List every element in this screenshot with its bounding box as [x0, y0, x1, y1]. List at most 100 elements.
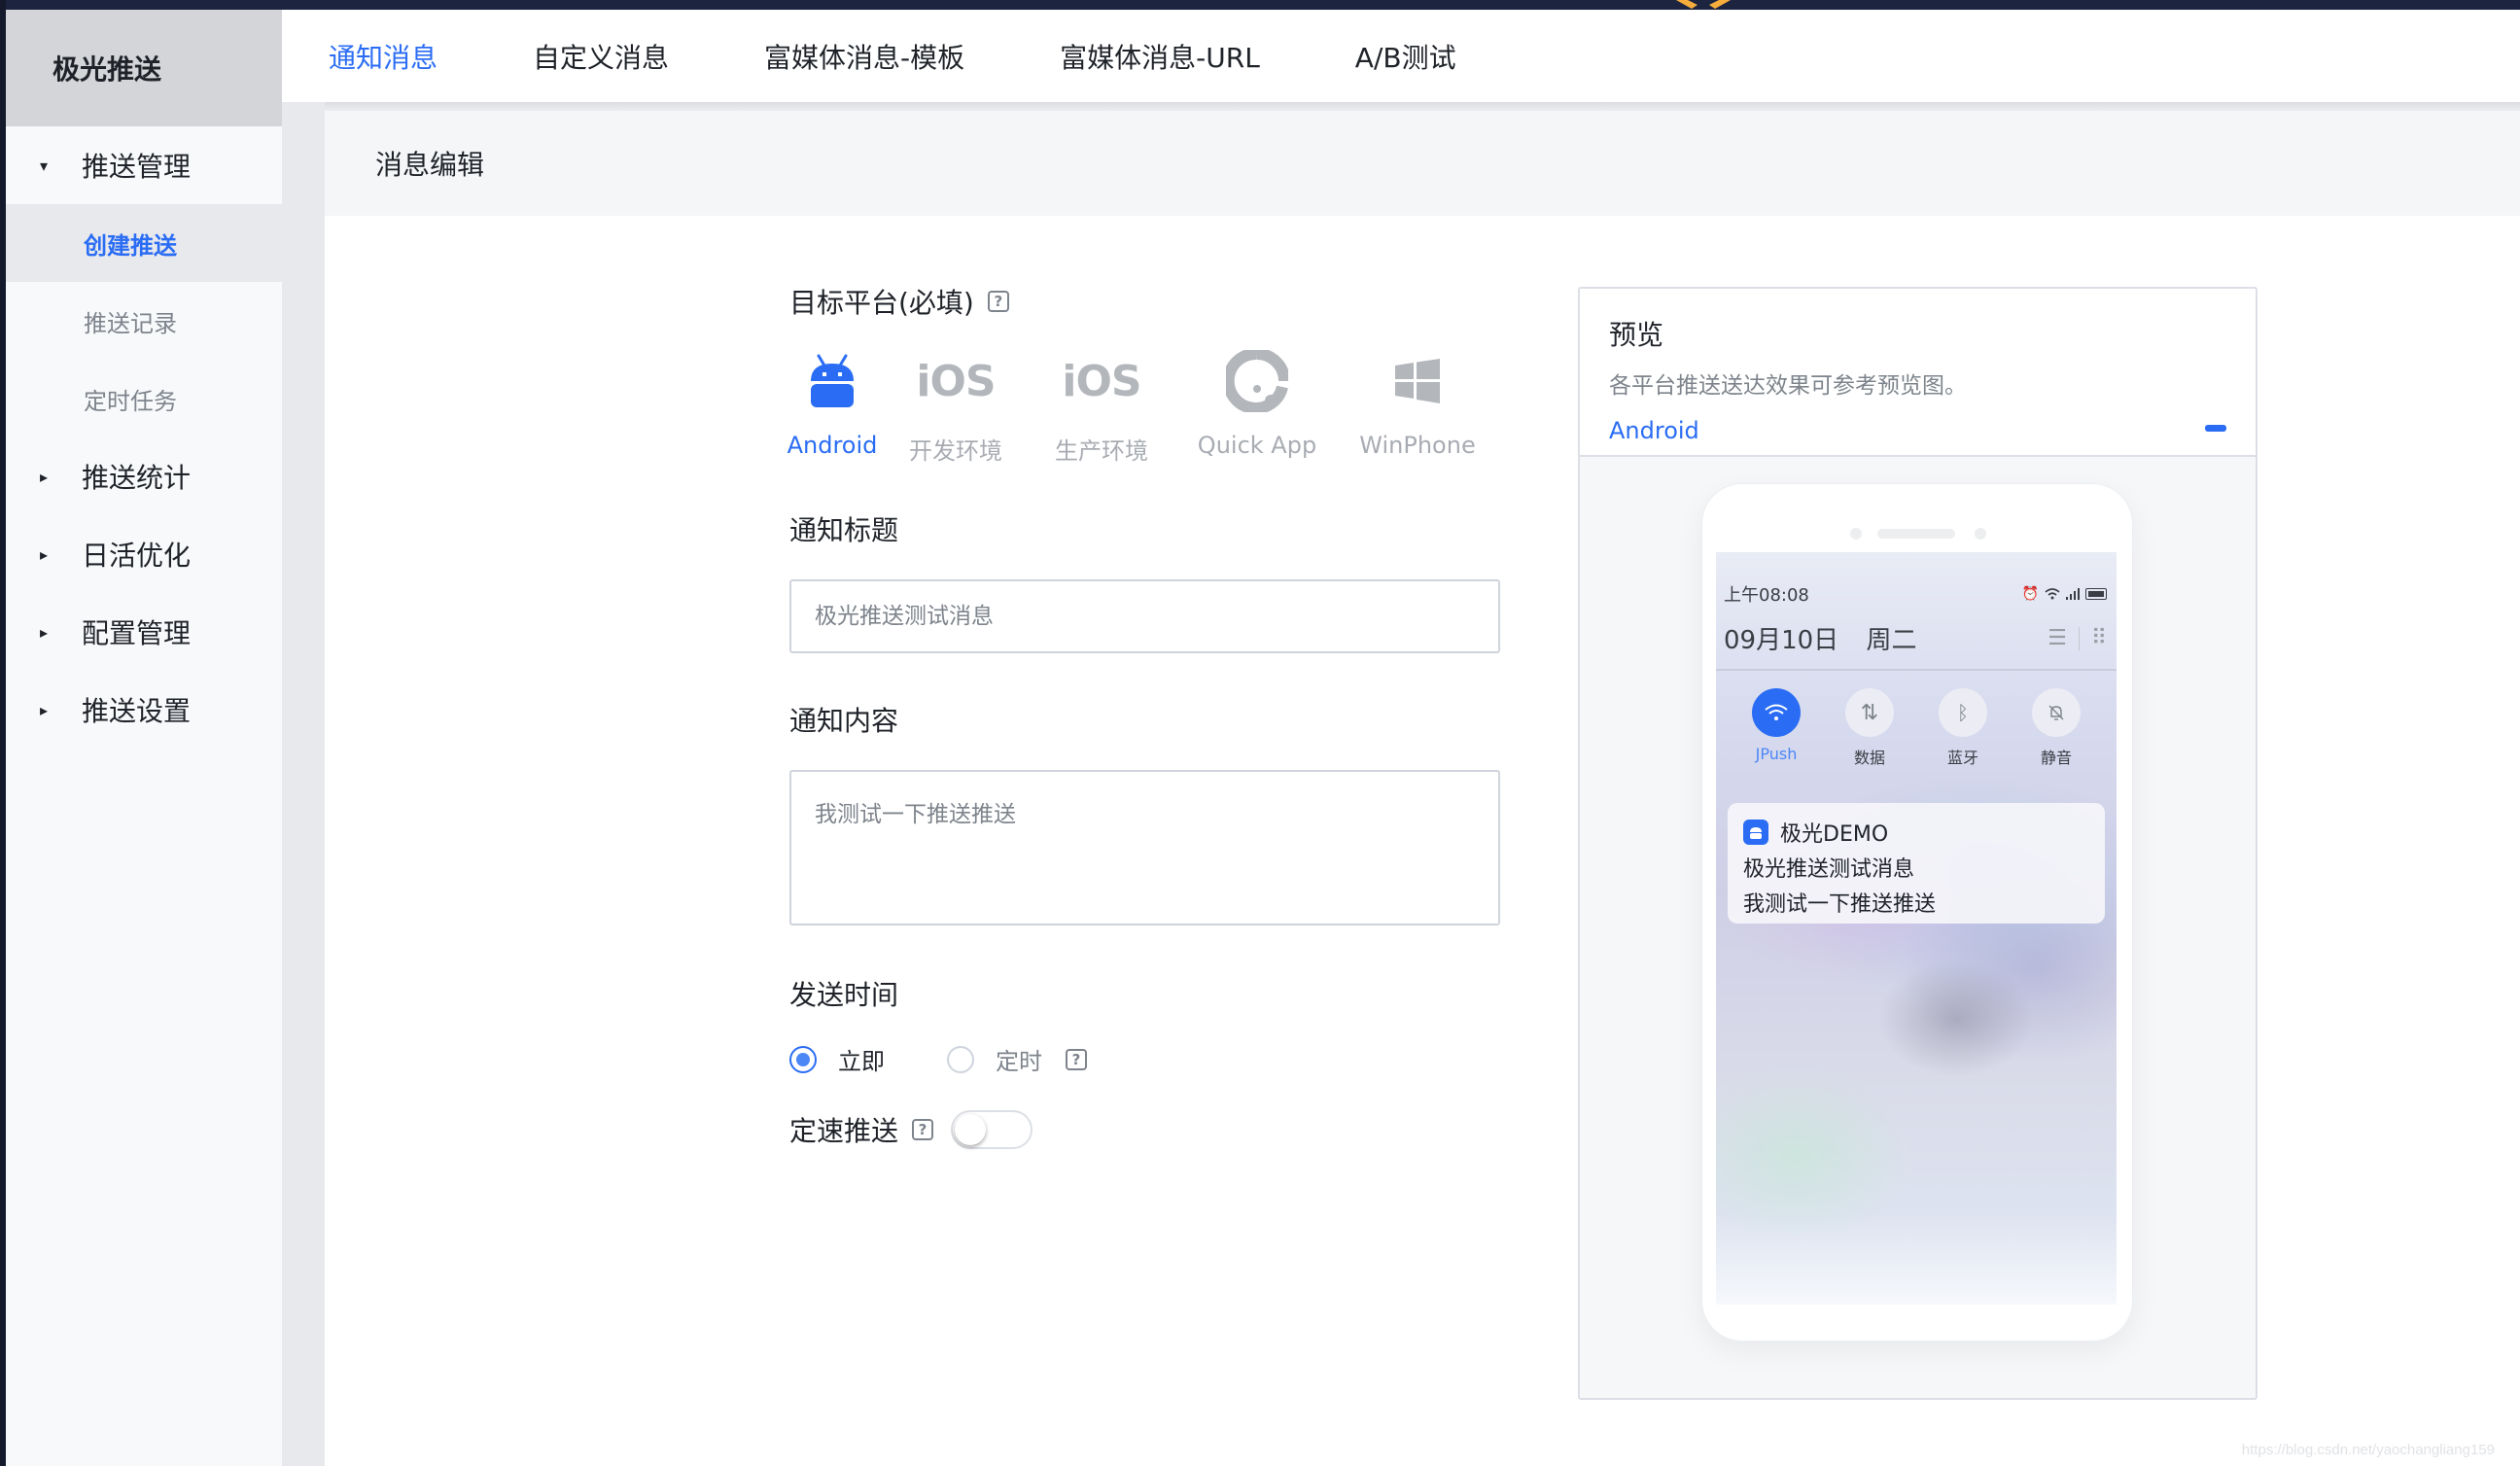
sidebar-item-push-records[interactable]: 推送记录	[6, 282, 282, 360]
chevron-right-icon: ▸	[39, 467, 49, 486]
notification-title-input[interactable]	[789, 579, 1500, 653]
section-title: 消息编辑	[325, 111, 2520, 216]
phone-weekday: 周二	[1866, 626, 1917, 655]
quick-toggle-bluetooth[interactable]: ᛒ 蓝牙	[1924, 688, 2002, 768]
chevron-down-icon: ▾	[39, 156, 49, 175]
app-icon	[1743, 820, 1768, 845]
grid-dots-icon: ⠿	[2090, 626, 2107, 650]
quick-app-icon	[1226, 350, 1288, 412]
sidebar-group-label: 推送设置	[82, 695, 192, 727]
quick-toggle-label: 蓝牙	[1946, 749, 1978, 767]
preview-platform-selector[interactable]: Android	[1609, 417, 2256, 444]
preview-title: 预览	[1609, 319, 1664, 351]
rate-limit-row: 定速推送 ?	[789, 1110, 1033, 1149]
platform-ios-prod[interactable]: iOS 生产环境	[1029, 342, 1174, 466]
help-icon[interactable]: ?	[987, 291, 1009, 312]
send-time-label: 发送时间	[789, 979, 899, 1011]
android-icon	[1750, 827, 1762, 839]
windows-icon	[1395, 359, 1440, 403]
quick-toggle-mute[interactable]: 静音	[2017, 688, 2095, 768]
ios-icon: iOS	[916, 356, 996, 406]
help-icon[interactable]: ?	[912, 1119, 934, 1140]
notification-title: 极光推送测试消息	[1743, 857, 1915, 882]
menu-lines-icon: ☰	[2048, 626, 2067, 650]
sidebar-group-label: 日活优化	[82, 540, 192, 572]
notification-app-name: 极光DEMO	[1780, 822, 1889, 847]
app-title: 极光推送	[6, 10, 282, 126]
date-row: 09月10日 周二 ☰ ⠿	[1724, 620, 2107, 656]
sidebar-item-create-push[interactable]: 创建推送	[6, 204, 282, 282]
sidebar-group-label: 配置管理	[82, 617, 192, 649]
sidebar-group-config-management[interactable]: ▸ 配置管理	[6, 593, 282, 671]
platform-label: 目标平台(必填)	[789, 287, 974, 319]
collapse-icon[interactable]	[2205, 425, 2226, 432]
app-logo-icon	[1676, 0, 1731, 9]
bluetooth-icon: ᛒ	[1957, 701, 1969, 724]
platform-label: 生产环境	[1055, 437, 1148, 465]
sidebar-item-scheduled-tasks[interactable]: 定时任务	[6, 360, 282, 437]
notification-card[interactable]: 极光DEMO 极光推送测试消息 我测试一下推送推送	[1728, 803, 2105, 924]
sidebar-group-label: 推送管理	[82, 151, 192, 183]
rate-limit-toggle[interactable]	[951, 1110, 1033, 1149]
top-bar	[0, 0, 2520, 10]
tab-custom-message[interactable]: 自定义消息	[533, 10, 669, 102]
platform-ios-dev[interactable]: iOS 开发环境	[883, 342, 1029, 466]
quick-toggle-jpush[interactable]: JPush	[1737, 688, 1815, 768]
divider	[1716, 669, 2117, 671]
quick-toggles: JPush ⇅ 数据 ᛒ 蓝牙 静音	[1716, 688, 2117, 768]
help-icon[interactable]: ?	[1066, 1048, 1087, 1070]
rate-limit-label: 定速推送	[789, 1115, 899, 1147]
sensor-dot	[1975, 528, 1986, 540]
tab-rich-media-template[interactable]: 富媒体消息-模板	[764, 10, 964, 102]
notification-content-input[interactable]	[789, 770, 1500, 925]
quick-toggle-data[interactable]: ⇅ 数据	[1831, 688, 1908, 768]
signal-icon	[2066, 588, 2080, 600]
sidebar-group-push-stats[interactable]: ▸ 推送统计	[6, 437, 282, 515]
platform-winphone[interactable]: WinPhone	[1340, 342, 1495, 466]
title-label: 通知标题	[789, 514, 899, 546]
phone-mockup: 上午08:08 ⏰ 09月10日 周二 ☰ ⠿ JPush ⇅ 数据 ᛒ 蓝牙 …	[1701, 483, 2133, 1342]
radio-send-scheduled[interactable]	[947, 1045, 974, 1073]
sidebar-group-push-settings[interactable]: ▸ 推送设置	[6, 671, 282, 749]
preview-subtitle: 各平台推送送达效果可参考预览图。	[1609, 373, 1967, 399]
watermark: https://blog.csdn.net/yaochangliang159	[2241, 1442, 2495, 1458]
platform-label: WinPhone	[1359, 432, 1476, 459]
tab-rich-media-url[interactable]: 富媒体消息-URL	[1060, 10, 1260, 102]
phone-date: 09月10日	[1724, 626, 1839, 655]
ios-icon: iOS	[1062, 356, 1141, 406]
tab-notification[interactable]: 通知消息	[329, 10, 438, 108]
tab-ab-test[interactable]: A/B测试	[1355, 10, 1456, 102]
alarm-icon: ⏰	[2021, 586, 2039, 602]
android-icon	[811, 354, 854, 407]
wifi-icon	[2045, 588, 2060, 600]
sidebar: 极光推送 ▾ 推送管理 创建推送 推送记录 定时任务 ▸ 推送统计 ▸ 日活优化…	[6, 10, 282, 1466]
platform-label-row: 目标平台(必填) ?	[789, 282, 1009, 321]
message-type-tabs: 通知消息 自定义消息 富媒体消息-模板 富媒体消息-URL A/B测试	[282, 10, 2520, 108]
chevron-right-icon: ▸	[39, 700, 49, 719]
quick-toggle-label: JPush	[1755, 745, 1798, 763]
status-bar: 上午08:08 ⏰	[1724, 581, 2107, 607]
chevron-right-icon: ▸	[39, 544, 49, 564]
phone-screen: 上午08:08 ⏰ 09月10日 周二 ☰ ⠿ JPush ⇅ 数据 ᛒ 蓝牙 …	[1716, 552, 2117, 1305]
sidebar-group-push-management[interactable]: ▾ 推送管理	[6, 126, 282, 204]
platform-android[interactable]: Android	[782, 342, 883, 466]
content-gutter	[282, 102, 325, 1466]
preview-panel: 预览 各平台推送送达效果可参考预览图。 Android 上午08:08 ⏰ 09…	[1578, 287, 2258, 1400]
battery-icon	[2085, 588, 2107, 600]
platform-label: Quick App	[1197, 432, 1317, 459]
content-label: 通知内容	[789, 705, 899, 737]
speaker-grille	[1877, 529, 1955, 539]
radio-label[interactable]: 定时	[996, 1042, 1042, 1076]
quick-toggle-label: 静音	[2040, 749, 2072, 767]
status-time: 上午08:08	[1724, 585, 1809, 606]
platform-quick-app[interactable]: Quick App	[1174, 342, 1340, 466]
data-arrows-icon: ⇅	[1860, 700, 1879, 725]
sidebar-group-dau-optimization[interactable]: ▸ 日活优化	[6, 515, 282, 593]
sidebar-group-label: 推送统计	[82, 462, 192, 494]
radio-label[interactable]: 立即	[838, 1042, 885, 1076]
notification-body: 我测试一下推送推送	[1743, 892, 1937, 917]
toggle-knob	[955, 1114, 987, 1145]
preview-header: 预览 各平台推送送达效果可参考预览图。 Android	[1580, 289, 2256, 457]
platform-selector: Android iOS 开发环境 iOS 生产环境 Quick App WinP…	[788, 342, 1495, 466]
radio-send-now[interactable]	[789, 1045, 817, 1073]
